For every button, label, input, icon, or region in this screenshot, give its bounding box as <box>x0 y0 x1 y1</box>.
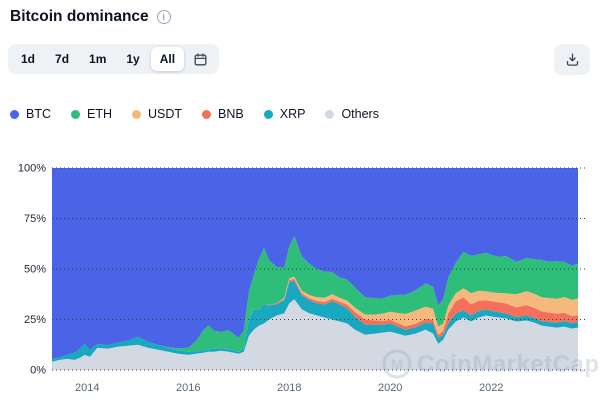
range-button-1y[interactable]: 1y <box>117 47 148 71</box>
legend-dot-btc <box>10 110 19 119</box>
page-title: Bitcoin dominance <box>10 8 149 26</box>
legend-dot-bnb <box>202 110 211 119</box>
chart-controls: 1d7d1m1yAll <box>8 44 590 75</box>
y-tick-label: 75% <box>24 213 46 225</box>
chart-legend: BTC ETH USDT BNB XRP Others <box>10 107 379 121</box>
legend-label: BNB <box>218 107 244 121</box>
range-button-7d[interactable]: 7d <box>46 47 78 71</box>
range-button-group: 1d7d1m1yAll <box>8 44 219 74</box>
svg-text:M: M <box>391 357 404 374</box>
range-button-all[interactable]: All <box>151 47 184 71</box>
legend-label: XRP <box>280 107 306 121</box>
x-tick-label: 2022 <box>479 382 503 394</box>
chart-header: Bitcoin dominance i <box>10 8 171 26</box>
legend-item-eth[interactable]: ETH <box>71 107 112 121</box>
legend-item-btc[interactable]: BTC <box>10 107 51 121</box>
legend-label: Others <box>341 107 379 121</box>
y-tick-label: 100% <box>18 163 46 175</box>
calendar-button[interactable] <box>186 48 215 71</box>
legend-label: BTC <box>26 107 51 121</box>
coinmarketcap-watermark: M CoinMarketCap <box>384 351 600 378</box>
legend-dot-usdt <box>132 110 141 119</box>
x-tick-label: 2020 <box>378 382 402 394</box>
calendar-icon <box>193 52 208 67</box>
legend-item-bnb[interactable]: BNB <box>202 107 244 121</box>
legend-item-others[interactable]: Others <box>325 107 379 121</box>
legend-item-usdt[interactable]: USDT <box>132 107 182 121</box>
y-tick-label: 50% <box>24 264 46 276</box>
svg-text:CoinMarketCap: CoinMarketCap <box>417 351 600 378</box>
legend-label: ETH <box>87 107 112 121</box>
legend-dot-others <box>325 110 334 119</box>
range-button-1m[interactable]: 1m <box>80 47 115 71</box>
legend-label: USDT <box>148 107 182 121</box>
x-tick-label: 2018 <box>277 382 301 394</box>
range-button-1d[interactable]: 1d <box>12 47 44 71</box>
download-icon <box>565 52 580 67</box>
legend-item-xrp[interactable]: XRP <box>264 107 306 121</box>
y-tick-label: 0% <box>30 365 46 377</box>
y-tick-label: 25% <box>24 314 46 326</box>
x-tick-label: 2016 <box>176 382 200 394</box>
download-button[interactable] <box>554 44 590 75</box>
legend-dot-eth <box>71 110 80 119</box>
legend-dot-xrp <box>264 110 273 119</box>
x-tick-label: 2014 <box>75 382 99 394</box>
info-icon[interactable]: i <box>157 10 171 24</box>
dominance-chart[interactable]: M CoinMarketCap 100% 75% 50% 25% 0% 2014 2016 201… <box>0 150 600 409</box>
